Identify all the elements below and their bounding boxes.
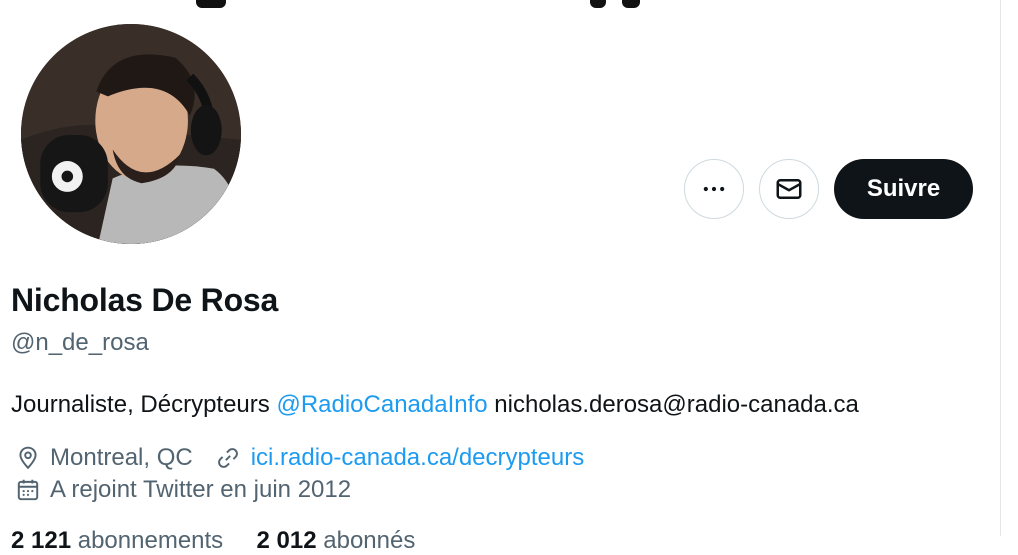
- link-icon: [217, 448, 238, 468]
- column-border: [1000, 0, 1001, 536]
- followers-label: abonnés: [323, 527, 416, 554]
- profile-banner[interactable]: [0, 0, 1000, 10]
- avatar[interactable]: [17, 20, 245, 248]
- bio-text: Journaliste, Décrypteurs: [11, 391, 277, 418]
- banner-shape: [196, 0, 226, 8]
- banner-shape: [622, 0, 640, 8]
- bio-mention-link[interactable]: @RadioCanadaInfo: [276, 391, 487, 418]
- follow-button-label: Suivre: [866, 175, 941, 202]
- profile-name: Nicholas De Rosa: [11, 282, 279, 318]
- location-pin-icon: [19, 446, 37, 470]
- message-button[interactable]: [759, 159, 819, 219]
- more-horizontal-icon: [703, 186, 725, 192]
- profile-website-link[interactable]: ici.radio-canada.ca/decrypteurs: [251, 444, 585, 472]
- avatar-image: [21, 24, 241, 244]
- profile-joined-date: A rejoint Twitter en juin 2012: [50, 476, 352, 503]
- follow-stats: 2 121 abonnements 2 012 abonnés: [11, 527, 415, 555]
- profile-meta-row: A rejoint Twitter en juin 2012: [15, 476, 351, 504]
- more-button[interactable]: [684, 159, 744, 219]
- profile-handle: @n_de_rosa: [11, 329, 149, 356]
- banner-shape: [590, 0, 606, 8]
- profile-meta-row: Montreal, QC ici.radio-canada.ca/decrypt…: [15, 444, 584, 472]
- following-count: 2 121: [11, 527, 72, 554]
- calendar-icon: [17, 479, 39, 501]
- followers-count: 2 012: [256, 527, 317, 554]
- envelope-icon: [776, 179, 802, 199]
- bio-email: nicholas.derosa@radio-canada.ca: [487, 391, 859, 418]
- follow-button[interactable]: Suivre: [834, 159, 973, 219]
- following-label: abonnements: [77, 527, 224, 554]
- followers-link[interactable]: 2 012 abonnés: [257, 527, 416, 554]
- following-link[interactable]: 2 121 abonnements: [11, 527, 223, 554]
- profile-location: Montreal, QC: [50, 444, 193, 471]
- profile-bio: Journaliste, Décrypteurs @RadioCanadaInf…: [11, 391, 859, 419]
